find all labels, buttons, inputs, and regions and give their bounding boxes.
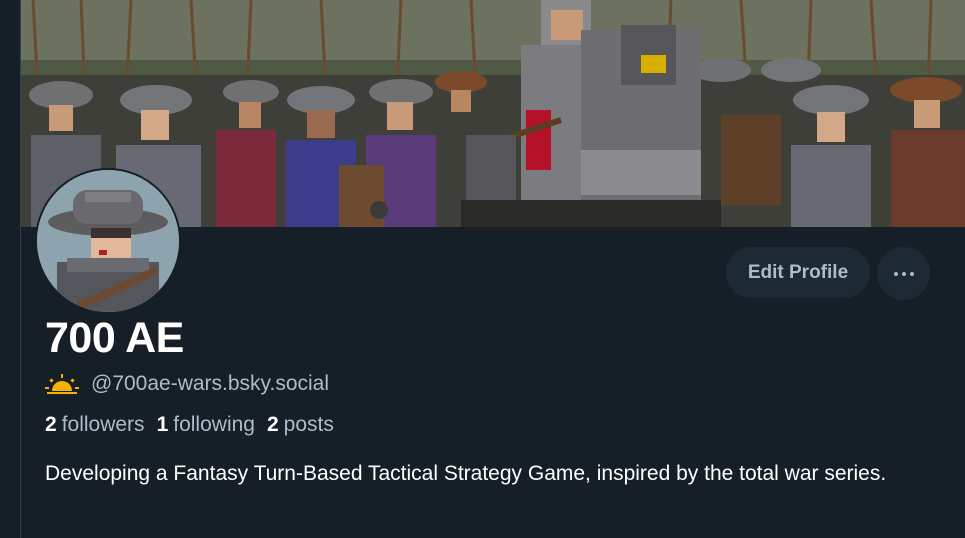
posts-stat: 2 posts [267,413,334,437]
profile-stats: 2 followers 1 following 2 posts [45,413,346,437]
handle-row: @700ae-wars.bsky.social [45,370,329,398]
following-link[interactable]: 1 following [157,413,255,437]
avatar-image [37,170,179,312]
posts-label: posts [283,413,334,436]
more-options-button[interactable] [877,247,930,300]
profile-bio: Developing a Fantasy Turn-Based Tactical… [45,462,887,485]
profile-page: Edit Profile 700 AE @700ae-wars.bsky.soc… [0,0,965,538]
following-count: 1 [156,413,169,436]
following-label: following [173,413,255,436]
more-horizontal-icon [893,271,914,276]
display-name: 700 AE [45,314,184,362]
avatar[interactable] [35,168,181,314]
posts-count: 2 [266,413,279,436]
sun-icon [45,374,79,394]
followers-label: followers [61,413,145,436]
followers-link[interactable]: 2 followers [45,413,145,437]
edit-profile-button[interactable]: Edit Profile [726,247,870,298]
followers-count: 2 [45,413,57,436]
handle[interactable]: @700ae-wars.bsky.social [91,372,329,396]
